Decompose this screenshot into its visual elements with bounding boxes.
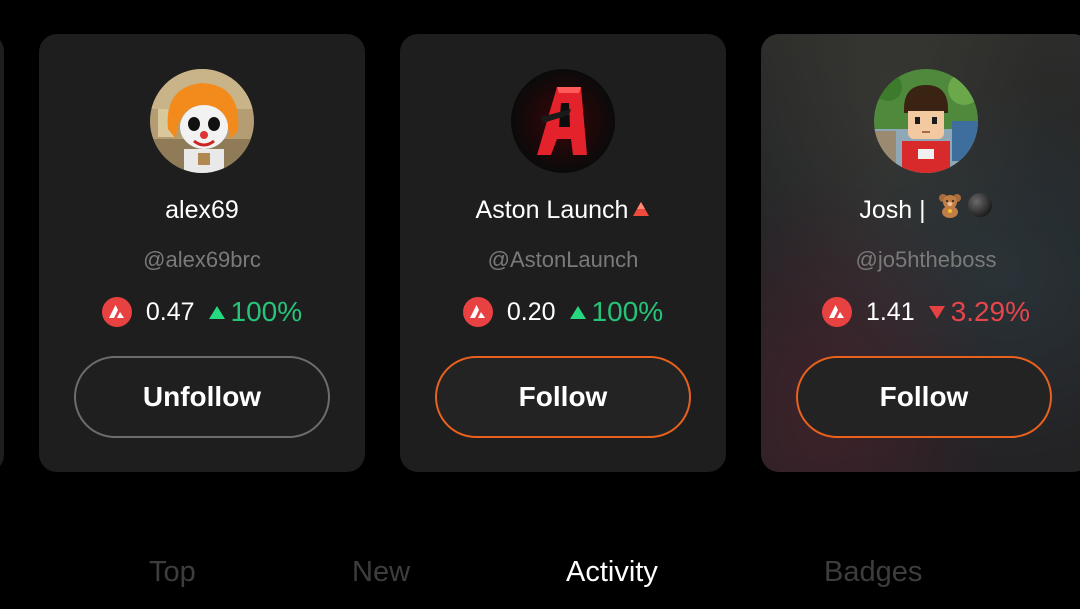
- pixel-character-icon: [874, 69, 978, 173]
- avatar[interactable]: [150, 69, 254, 173]
- tab-new[interactable]: New: [352, 548, 410, 596]
- black-circle-icon: [967, 192, 993, 226]
- change-percent: 100%: [230, 296, 303, 327]
- creator-card-josh[interactable]: Josh | @jo5htheboss 1.41 3.29% Follow: [761, 34, 1080, 472]
- avatar[interactable]: [874, 69, 978, 173]
- change-percent: 3.29%: [950, 296, 1031, 327]
- clown-avatar-icon: [150, 69, 254, 173]
- unfollow-button[interactable]: Unfollow: [74, 356, 330, 438]
- red-triangle-icon: [632, 193, 650, 225]
- avalanche-icon: [821, 297, 852, 327]
- price-value: 0.20: [506, 297, 556, 326]
- price-stats: 0.47 100%: [39, 294, 365, 330]
- price-value: 0.47: [145, 297, 195, 326]
- tab-badges[interactable]: Badges: [824, 548, 922, 596]
- change-percent: 100%: [591, 296, 664, 327]
- previous-card-edge[interactable]: [0, 34, 4, 472]
- creator-card-alex69[interactable]: alex69 @alex69brc 0.47 100% Unfollow: [39, 34, 365, 472]
- creator-name: Josh |: [761, 192, 1080, 228]
- tab-bar: Top New Activity Badges: [0, 548, 1080, 596]
- creator-name: Aston Launch: [400, 194, 726, 227]
- avalanche-icon: [101, 297, 132, 327]
- price-stats: 0.20 100%: [400, 294, 726, 330]
- avalanche-icon: [462, 297, 493, 327]
- follow-button[interactable]: Follow: [796, 356, 1052, 438]
- price-stats: 1.41 3.29%: [761, 294, 1080, 330]
- teddy-bear-icon: [937, 192, 963, 226]
- creator-handle: @jo5htheboss: [855, 247, 997, 272]
- price-value: 1.41: [865, 297, 915, 326]
- tab-activity[interactable]: Activity: [566, 548, 658, 596]
- avatar[interactable]: [511, 69, 615, 173]
- red-a-logo-icon: [511, 69, 615, 173]
- up-arrow-icon: [569, 305, 586, 319]
- creator-carousel-screen: alex69 @alex69brc 0.47 100% Unfollow Ast…: [0, 0, 1080, 609]
- down-arrow-icon: [928, 305, 945, 319]
- creator-handle: @alex69brc: [143, 247, 261, 272]
- creator-name: alex69: [165, 196, 239, 224]
- up-arrow-icon: [208, 305, 225, 319]
- follow-button[interactable]: Follow: [435, 356, 691, 438]
- creator-handle: @AstonLaunch: [487, 247, 639, 272]
- creator-card-aston-launch[interactable]: Aston Launch @AstonLaunch 0.20 100% Foll…: [400, 34, 726, 472]
- tab-top[interactable]: Top: [149, 548, 196, 596]
